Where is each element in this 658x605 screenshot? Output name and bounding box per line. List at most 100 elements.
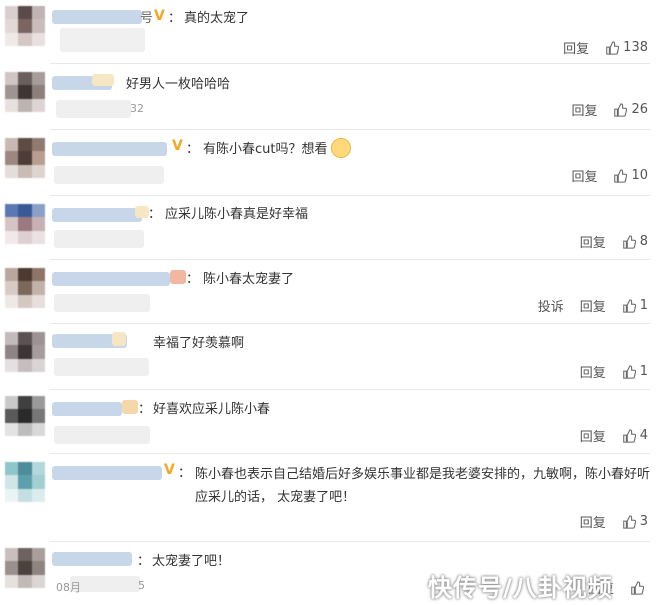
like-count: 4 [639, 428, 648, 443]
thumbs-up-icon [631, 580, 644, 595]
comment-sep: ： [138, 402, 152, 417]
like-button[interactable] [630, 580, 648, 595]
username-blurred [135, 206, 149, 218]
reply-button[interactable]: 回复 [580, 512, 606, 531]
avatar[interactable] [5, 462, 45, 502]
avatar[interactable] [5, 72, 45, 112]
reply-button[interactable]: 回复 [580, 362, 606, 381]
report-button[interactable]: 投诉 [538, 296, 564, 315]
reply-button[interactable]: 回复 [563, 38, 589, 57]
like-count: 1 [639, 298, 648, 313]
name-tail: 号 [140, 11, 154, 26]
thumbs-up-icon [622, 364, 636, 379]
reply-button[interactable]: 回复 [580, 296, 606, 315]
username-blurred [60, 28, 145, 52]
meta-blurred [54, 358, 149, 376]
comment-actions: 回复 10 [571, 166, 648, 185]
comment-text: 真的太宠了 [184, 11, 250, 26]
username-blurred [92, 74, 114, 86]
like-count: 138 [623, 40, 648, 55]
comment-actions: 回复 8 [580, 232, 648, 251]
thumbs-up-icon [622, 298, 636, 313]
comment-sep: ： [168, 11, 182, 26]
comment-text: 有陈小春cut吗？想看 [203, 137, 352, 161]
comment-item: ： 好喜欢应采儿陈小春 回复 4 [0, 390, 658, 454]
username-blurred[interactable] [52, 272, 170, 286]
comment-sep: ： [137, 554, 151, 569]
like-button[interactable]: 8 [622, 234, 648, 249]
meta-blurred [54, 426, 150, 444]
like-count: 3 [639, 514, 648, 529]
comment-item: ： 应采儿陈小春真是好幸福 回复 8 [0, 196, 658, 260]
comment-sep: ： [178, 466, 192, 481]
comment-item: 号 V ： 真的太宠了 回复 138 [0, 0, 658, 64]
meta-blurred [56, 100, 131, 118]
reply-button[interactable]: 回复 [571, 100, 597, 119]
comment-text: 好喜欢应采儿陈小春 [153, 402, 271, 417]
username-blurred[interactable] [52, 142, 167, 156]
like-count: 1 [639, 364, 648, 379]
avatar[interactable] [5, 204, 45, 244]
comment-text: 太宠妻了吧！ [152, 554, 231, 569]
avatar[interactable] [5, 268, 45, 308]
username-blurred[interactable] [52, 208, 142, 222]
watermark: 快传号/八卦视频 [428, 574, 613, 602]
like-button[interactable]: 26 [613, 102, 648, 117]
username-blurred [122, 400, 138, 414]
comment-sep: ： [186, 142, 200, 157]
thumbs-up-icon [622, 234, 636, 249]
username-blurred [170, 270, 186, 284]
reply-button[interactable]: 回复 [580, 232, 606, 251]
avatar[interactable] [5, 396, 45, 436]
comment-time-tail: 5 [138, 579, 145, 592]
thumbs-up-icon [606, 40, 620, 55]
comment-item: 好男人一枚哈哈哈 32 回复 26 [0, 64, 658, 130]
comment-item: 幸福了好羡慕啊 回复 1 [0, 324, 658, 390]
comment-text: 应采儿陈小春真是好幸福 [165, 207, 309, 222]
reply-button[interactable]: 回复 [580, 426, 606, 445]
comment-sep: ： [148, 207, 162, 222]
comment-text: 陈小春太宠妻了 [203, 272, 295, 287]
comment-text: 陈小春也表示自己结婚后好多娱乐事业都是我老婆安排的，九敏啊，陈小春好听应采儿的话… [195, 467, 651, 505]
avatar[interactable] [5, 138, 45, 178]
comment-item: ： 陈小春太宠妻了 投诉 回复 1 [0, 260, 658, 324]
comment-text: 幸福了好羡慕啊 [153, 336, 245, 351]
comment-sep: ： [186, 272, 200, 287]
meta-blurred [54, 230, 144, 248]
like-button[interactable]: 138 [605, 40, 648, 55]
username-blurred[interactable] [52, 10, 142, 24]
avatar[interactable] [5, 332, 45, 372]
username-blurred[interactable] [52, 466, 162, 480]
comment-actions: 投诉 回复 1 [538, 296, 648, 315]
thumbs-up-icon [622, 514, 636, 529]
smile-emoji-icon [331, 137, 352, 158]
comment-item: V ： 陈小春也表示自己结婚后好多娱乐事业都是我老婆安排的，九敏啊，陈小春好听应… [0, 454, 658, 542]
reply-button[interactable]: 回复 [571, 166, 597, 185]
username-blurred[interactable] [52, 402, 122, 416]
verified-badge-icon: V [164, 462, 175, 478]
like-button[interactable]: 1 [622, 298, 648, 313]
like-button[interactable]: 1 [622, 364, 648, 379]
username-blurred[interactable] [52, 552, 132, 566]
meta-blurred [54, 166, 164, 184]
comment-time: 08月 [56, 581, 81, 594]
verified-badge-icon: V [154, 8, 165, 24]
comment-actions: 回复 3 [580, 512, 648, 531]
avatar[interactable] [5, 548, 45, 588]
comment-actions: 回复 26 [571, 100, 648, 119]
like-button[interactable]: 3 [622, 514, 648, 529]
comment-text: 好男人一枚哈哈哈 [126, 77, 231, 92]
thumbs-up-icon [614, 168, 628, 183]
like-count: 8 [639, 234, 648, 249]
avatar[interactable] [5, 6, 45, 46]
like-button[interactable]: 4 [622, 428, 648, 443]
comment-actions: 回复 4 [580, 426, 648, 445]
username-blurred [112, 332, 126, 346]
thumbs-up-icon [622, 428, 636, 443]
comment-item: V ： 有陈小春cut吗？想看 回复 10 [0, 130, 658, 196]
like-count: 10 [631, 168, 648, 183]
comment-time: 32 [130, 102, 144, 115]
meta-blurred [54, 294, 150, 312]
verified-badge-icon: V [172, 138, 183, 154]
like-button[interactable]: 10 [613, 168, 648, 183]
